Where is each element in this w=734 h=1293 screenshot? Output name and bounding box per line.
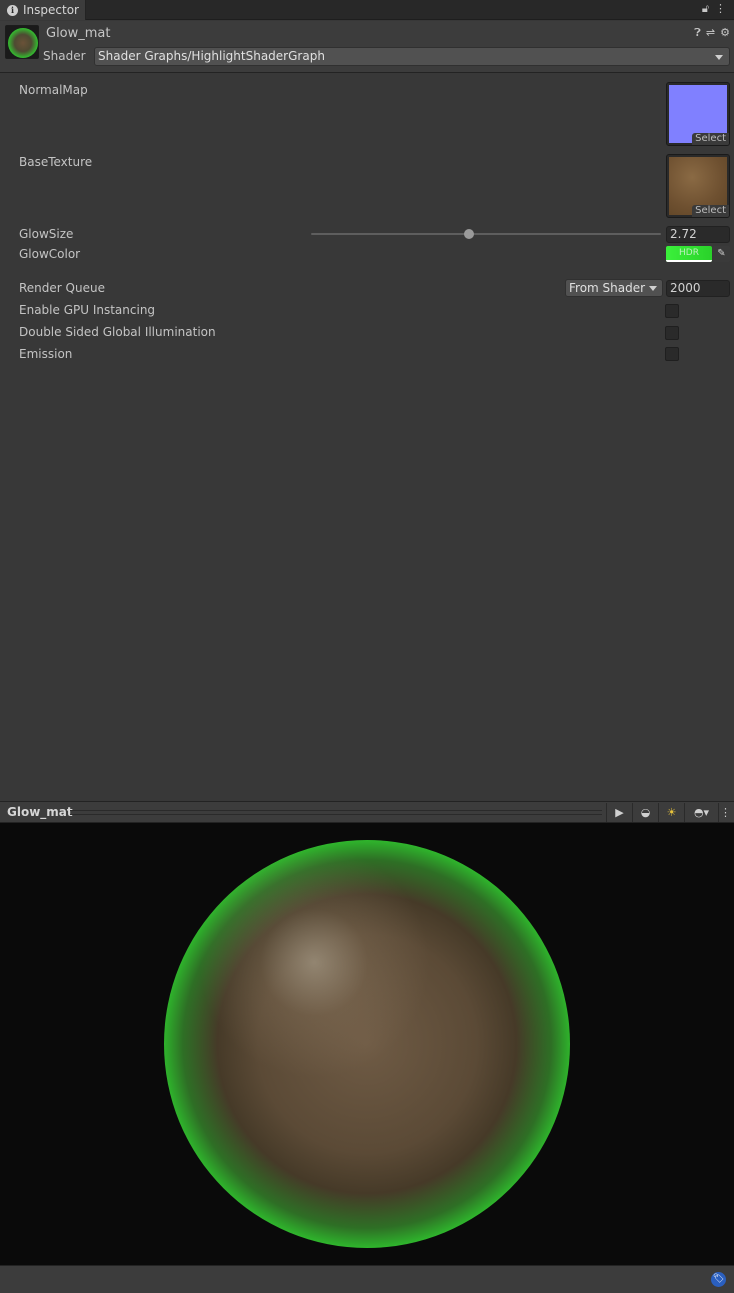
chevron-down-icon <box>649 286 657 291</box>
asset-label-icon[interactable]: 🏷︎ <box>711 1272 726 1287</box>
play-icon[interactable]: ▶ <box>606 803 632 822</box>
glowcolor-alpha-bar <box>666 260 712 262</box>
kebab-menu-icon[interactable]: ⋮ <box>718 803 732 822</box>
preview-title: Glow_mat <box>7 805 73 819</box>
preview-resize-handle[interactable] <box>70 810 602 815</box>
normalmap-select-button[interactable]: Select <box>692 133 729 145</box>
help-icon[interactable]: ❓︎ <box>694 26 701 40</box>
render-queue-value-field[interactable]: 2000 <box>666 280 730 297</box>
normalmap-texture-slot[interactable]: Select <box>666 82 730 146</box>
render-queue-dropdown[interactable]: From Shader <box>565 279 663 297</box>
emission-label: Emission <box>19 347 73 361</box>
tab-inspector-label: Inspector <box>23 3 79 17</box>
shader-value: Shader Graphs/HighlightShaderGraph <box>98 49 325 63</box>
chevron-down-icon <box>715 55 723 60</box>
lock-icon[interactable]: 🔓︎ <box>702 2 709 16</box>
glowcolor-swatch[interactable]: HDR <box>666 246 712 262</box>
tab-inspector[interactable]: i Inspector <box>0 0 86 20</box>
gear-icon[interactable]: ⚙ <box>720 26 730 40</box>
background-sphere-icon[interactable]: ◓▾ <box>684 803 718 822</box>
render-queue-label: Render Queue <box>19 281 105 295</box>
material-preview-viewport[interactable] <box>0 823 734 1265</box>
material-name: Glow_mat <box>46 26 111 41</box>
render-queue-mode: From Shader <box>569 281 646 295</box>
material-preview-sphere <box>8 28 38 58</box>
double-sided-gi-label: Double Sided Global Illumination <box>19 325 216 339</box>
basetexture-texture-slot[interactable]: Select <box>666 154 730 218</box>
glowsize-slider-track[interactable] <box>311 233 661 235</box>
emission-checkbox[interactable] <box>665 347 679 361</box>
glowsize-label: GlowSize <box>19 227 74 241</box>
double-sided-gi-checkbox[interactable] <box>665 326 679 340</box>
shader-label: Shader <box>43 49 86 63</box>
preset-icon[interactable]: ⇌ <box>706 26 715 40</box>
gpu-instancing-checkbox[interactable] <box>665 304 679 318</box>
hdr-badge: HDR <box>679 248 699 258</box>
basetexture-label: BaseTexture <box>19 155 93 169</box>
lights-icon[interactable]: ☀ <box>658 803 684 822</box>
material-thumbnail <box>5 25 39 59</box>
tab-bar: i Inspector 🔓︎ ⋮ <box>0 0 734 20</box>
glowcolor-label: GlowColor <box>19 247 81 261</box>
glowsize-slider-handle[interactable] <box>463 229 474 239</box>
preview-toolbar: Glow_mat ▶ ◒ ☀ ◓▾ ⋮ <box>0 801 734 823</box>
basetexture-select-button[interactable]: Select <box>692 205 729 217</box>
shader-dropdown[interactable]: Shader Graphs/HighlightShaderGraph <box>94 47 730 66</box>
sphere-mesh-icon[interactable]: ◒ <box>632 803 658 822</box>
eyedropper-icon[interactable]: ✎ <box>713 246 730 262</box>
kebab-menu-icon[interactable]: ⋮ <box>715 2 726 16</box>
asset-label-bar: 🏷︎ <box>0 1265 734 1293</box>
normalmap-label: NormalMap <box>19 83 88 97</box>
glowsize-value-field[interactable]: 2.72 <box>666 226 730 243</box>
material-header: Glow_mat ❓︎ ⇌ ⚙ Shader Shader Graphs/Hig… <box>0 21 734 73</box>
glow-sphere-preview <box>164 840 570 1248</box>
info-icon: i <box>7 4 18 16</box>
gpu-instancing-label: Enable GPU Instancing <box>19 303 156 317</box>
